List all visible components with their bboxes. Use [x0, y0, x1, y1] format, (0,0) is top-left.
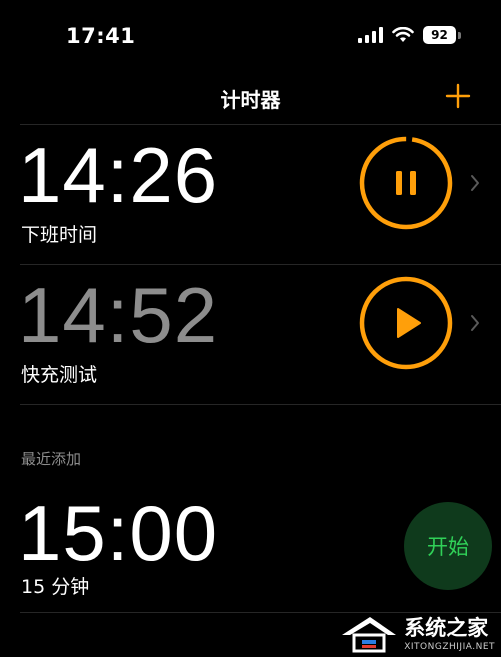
- divider: [20, 404, 501, 405]
- nav-bar: 计时器: [0, 72, 501, 122]
- timer-row-1[interactable]: 14:26 下班时间: [0, 128, 501, 268]
- add-timer-button[interactable]: [443, 81, 473, 111]
- watermark: 系统之家 XITONGZHIJIA.NET: [340, 611, 495, 653]
- wifi-icon: [392, 27, 414, 42]
- battery-level: 92: [423, 26, 456, 44]
- watermark-logo-icon: [342, 617, 397, 653]
- timer-row-2[interactable]: 14:52 快充测试: [0, 268, 501, 408]
- battery-icon: 92: [423, 26, 461, 44]
- timer-time: 14:26: [18, 131, 219, 219]
- divider: [20, 264, 501, 265]
- play-icon: [397, 308, 421, 338]
- section-header-recent: 最近添加: [21, 450, 82, 468]
- chevron-right-icon: [471, 315, 479, 331]
- timer-time: 14:52: [18, 271, 219, 359]
- timer-label: 快充测试: [21, 364, 98, 386]
- cellular-signal-icon: [358, 27, 383, 43]
- timer-label: 15 分钟: [21, 576, 90, 598]
- page-title: 计时器: [220, 88, 281, 112]
- chevron-right-icon: [471, 175, 479, 191]
- divider: [20, 124, 501, 125]
- timer-label: 下班时间: [21, 224, 98, 246]
- start-button[interactable]: 开始: [404, 502, 492, 590]
- plus-icon: [445, 83, 471, 109]
- status-icons: 92: [358, 26, 461, 44]
- watermark-url: XITONGZHIJIA.NET: [404, 642, 495, 652]
- timer-time: 15:00: [18, 489, 219, 577]
- pause-icon: [396, 171, 416, 195]
- resume-button[interactable]: [358, 275, 454, 371]
- status-time: 17:41: [66, 24, 136, 48]
- watermark-text: 系统之家: [404, 616, 489, 640]
- pause-button[interactable]: [358, 135, 454, 231]
- status-bar: 17:41 92: [0, 0, 501, 70]
